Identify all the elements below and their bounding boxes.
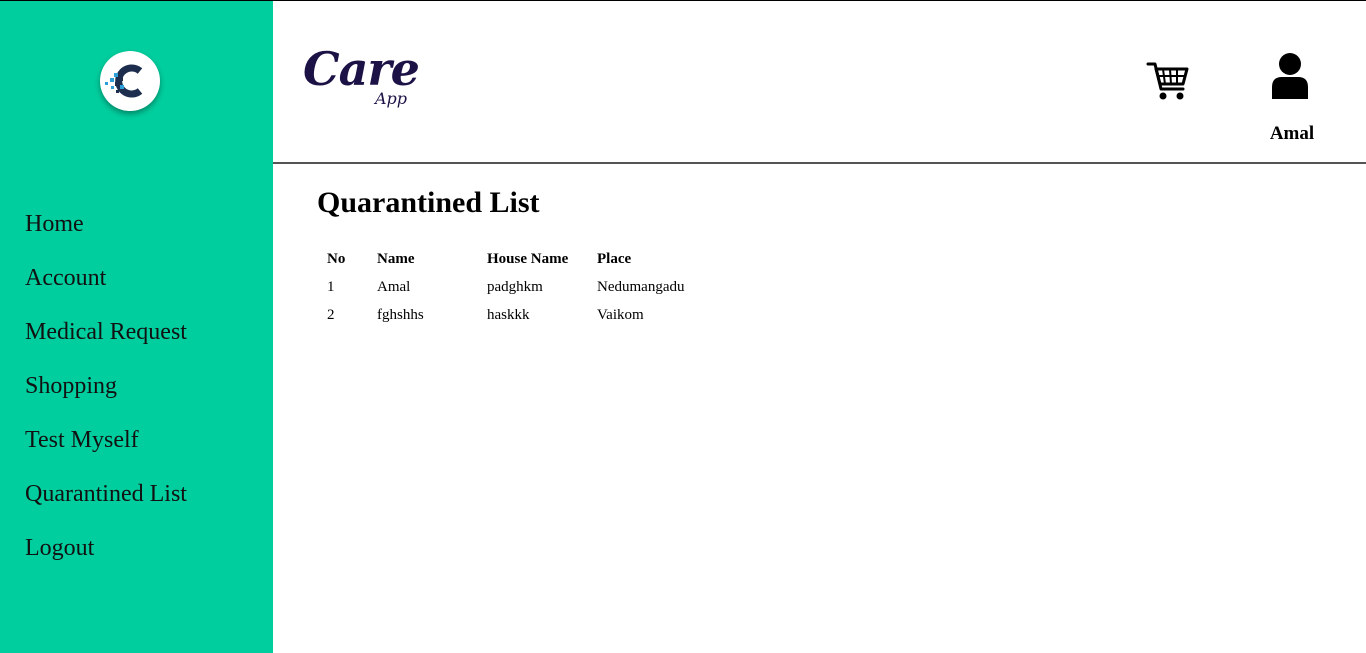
cell-name: Amal [377,278,411,295]
user-profile-icon[interactable] [1270,53,1310,99]
sidebar-item-medical-request[interactable]: Medical Request [25,316,187,370]
column-header-name: Name [377,250,415,267]
top-header: Care App Amal [273,1,1366,164]
cell-house-name: padghkm [487,278,543,295]
sidebar: Home Account Medical Request Shopping Te… [0,1,273,653]
sidebar-item-home[interactable]: Home [25,208,187,262]
shopping-cart-icon[interactable] [1146,59,1190,103]
cell-house-name: haskkk [487,306,530,323]
column-header-house-name: House Name [487,250,569,267]
cell-name: fghshhs [377,306,424,323]
cell-no: 2 [327,306,335,323]
table-row: 1 Amal padghkm Nedumangadu [317,273,694,301]
quarantined-table: No Name House Name Place 1 Amal padghkm … [317,245,694,329]
brand-logo[interactable]: Care App [303,39,433,119]
page-title: Quarantined List [317,186,540,219]
cell-place: Nedumangadu [597,278,685,295]
cell-no: 1 [327,278,335,295]
table-header-row: No Name House Name Place [317,245,694,273]
user-name-label: Amal [1269,123,1315,144]
sidebar-item-account[interactable]: Account [25,262,187,316]
sidebar-item-quarantined-list[interactable]: Quarantined List [25,478,187,532]
column-header-no: No [327,250,346,267]
sidebar-item-shopping[interactable]: Shopping [25,370,187,424]
care-app-c-logo-icon[interactable] [100,51,160,111]
brand-secondary-text: App [375,89,408,108]
sidebar-nav: Home Account Medical Request Shopping Te… [25,208,187,586]
sidebar-item-logout[interactable]: Logout [25,532,187,586]
sidebar-item-test-myself[interactable]: Test Myself [25,424,187,478]
cell-place: Vaikom [597,306,644,323]
column-header-place: Place [597,250,632,267]
table-row: 2 fghshhs haskkk Vaikom [317,301,694,329]
